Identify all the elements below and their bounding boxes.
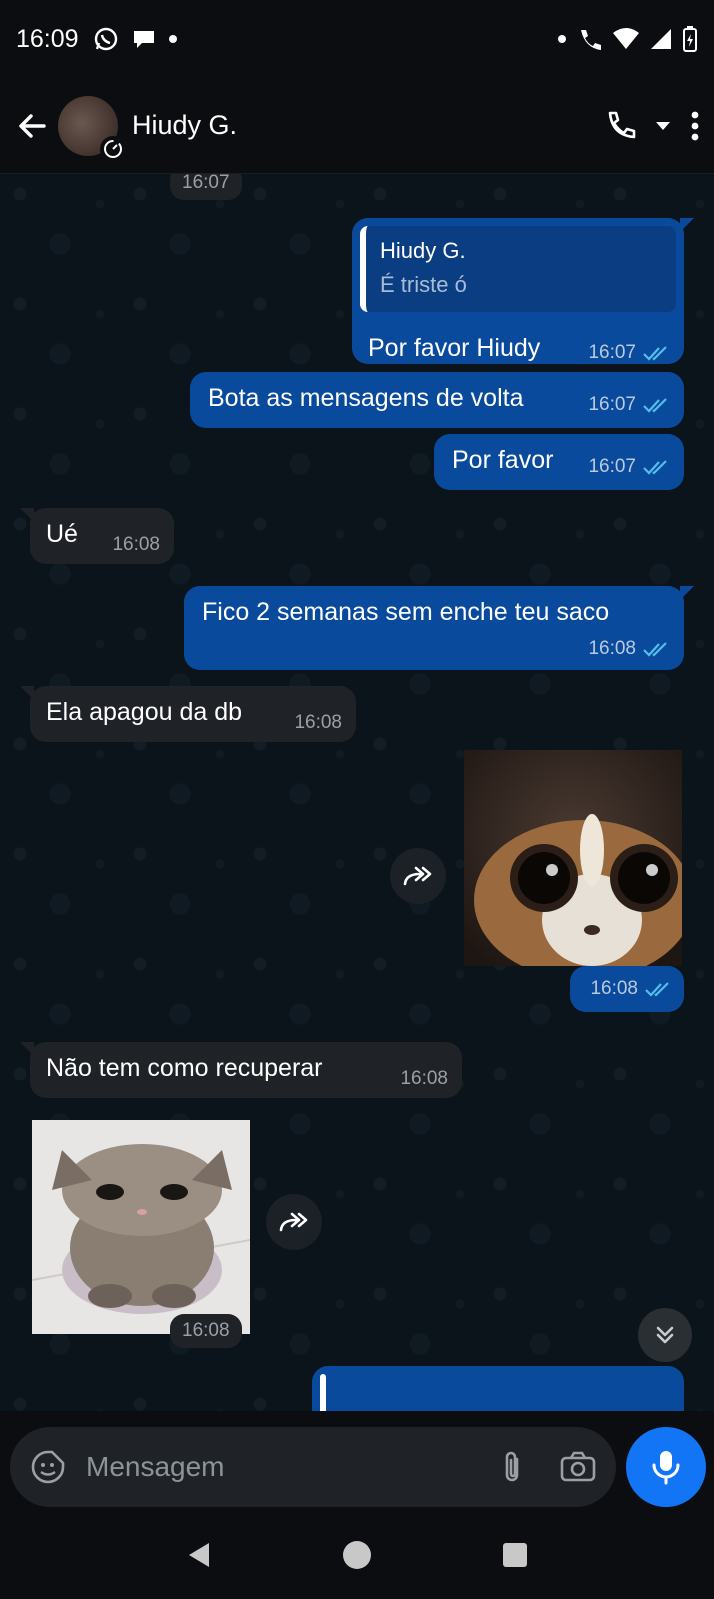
nav-recents-icon[interactable] [501,1541,529,1569]
outgoing-message[interactable]: Hiudy G. É triste ó Por favor Hiudy 16:0… [352,218,694,364]
attach-icon[interactable] [500,1449,524,1485]
quoted-text: É triste ó [380,272,467,297]
message-time: 16:08 [112,534,160,555]
back-button[interactable] [14,108,50,144]
message-time: 16:08 [170,1314,242,1348]
double-chevron-down-icon [656,1326,674,1344]
forward-button[interactable] [390,848,446,904]
message-input[interactable]: Mensagem [10,1427,616,1507]
double-check-icon [645,982,669,997]
double-check-icon [643,460,667,475]
disappearing-timer-badge [100,135,126,162]
contact-name[interactable]: Hiudy G. [132,110,237,141]
message-time: 16:08 [588,638,636,659]
battery-icon [683,26,697,52]
more-vert-icon[interactable] [690,110,700,142]
message-time: 16:07 [588,456,636,477]
composer: Mensagem [0,1411,714,1511]
message-time: 16:07 [588,342,636,363]
chat-header: Hiudy G. [0,78,714,174]
notification-dot [558,35,566,43]
message-meta: 16:08 [590,978,672,1000]
system-nav-bar [0,1511,714,1599]
whatsapp-icon [94,27,117,51]
contact-avatar[interactable] [58,95,126,162]
kitten-sticker [32,1120,250,1334]
sticker-icon[interactable] [30,1449,66,1485]
sticker-time-bubble: 16:08 [570,966,684,1012]
message-meta: 16:07 [588,456,670,478]
double-check-icon [643,642,667,657]
nav-back-icon[interactable] [185,1540,213,1570]
outgoing-message[interactable]: Bota as mensagens de volta 16:07 [190,372,684,428]
message-text: Por favor [452,446,554,474]
phone-icon[interactable] [602,109,636,143]
wifi-icon [613,28,639,49]
forward-icon [403,866,432,886]
back-arrow-icon [19,113,46,138]
chat-area[interactable]: 16:07 Hiudy G. É triste ó Por favor Hiud… [0,174,714,1411]
incoming-message[interactable]: Ela apagou da db 16:08 [20,686,356,742]
message-time: 16:08 [590,978,638,999]
message-text: Ela apagou da db [46,698,243,726]
timer-icon [104,139,122,158]
double-check-icon [643,346,667,361]
message-meta: 16:08 [588,638,670,660]
wifi-call-icon [581,30,601,50]
message-text: Fico 2 semanas sem enche teu saco [202,598,610,626]
nav-home-icon[interactable] [342,1540,372,1570]
mic-icon [652,1451,680,1485]
quoted-author: Hiudy G. [380,238,466,263]
message-text: Por favor Hiudy [368,334,541,362]
sticker-image[interactable] [32,1120,250,1334]
scroll-to-bottom-button[interactable] [638,1308,692,1362]
incoming-message[interactable]: Não tem como recuperar 16:08 [20,1042,462,1098]
notification-dot [168,35,177,43]
mic-button[interactable] [626,1427,706,1507]
quoted-message[interactable]: Hiudy G. É triste ó [360,226,676,312]
message-meta: 16:07 [588,342,670,364]
outgoing-message[interactable]: Fico 2 semanas sem enche teu saco 16:08 [184,586,694,670]
double-check-icon [643,398,667,413]
message-text: Bota as mensagens de volta [208,384,524,412]
dropdown-icon[interactable] [654,120,672,132]
incoming-message[interactable]: Ué 16:08 [20,508,174,564]
signal-icon [651,29,671,49]
message-text: Ué [46,520,78,548]
message-time: 16:07 [170,174,242,200]
message-meta: 16:07 [588,394,670,416]
message-time: 16:08 [294,712,342,733]
message-text: Não tem como recuperar [46,1054,323,1082]
outgoing-message-partial[interactable] [312,1366,684,1411]
message-time: 16:08 [400,1068,448,1089]
status-time: 16:09 [16,24,79,53]
message-placeholder: Mensagem [86,1451,225,1482]
sticker-image[interactable] [464,750,682,966]
forward-button[interactable] [266,1194,322,1250]
outgoing-message[interactable]: Por favor 16:07 [434,434,684,490]
forward-icon [279,1212,308,1232]
camera-icon[interactable] [560,1451,596,1483]
message-icon [133,31,154,48]
lemur-sticker [464,750,682,966]
message-time: 16:07 [588,394,636,415]
status-bar: 16:09 [0,0,714,78]
